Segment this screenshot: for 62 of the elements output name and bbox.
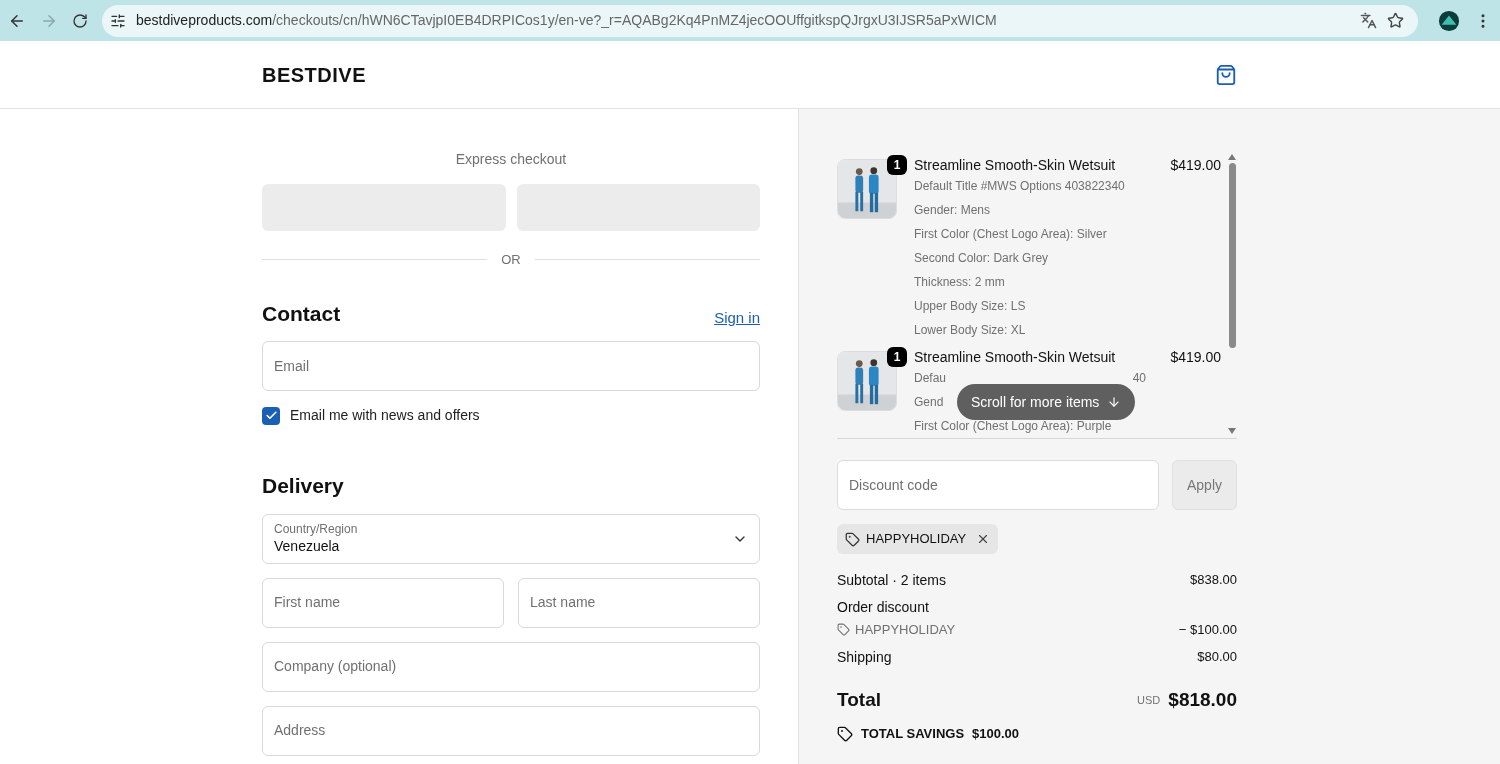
product-option: Thickness: 2 mm xyxy=(914,273,1005,291)
scroll-down-icon[interactable] xyxy=(1227,427,1237,435)
product-price: $419.00 xyxy=(1170,156,1221,175)
summary-label: Shipping xyxy=(837,647,892,667)
discount-code-field[interactable]: Discount code xyxy=(837,460,1159,510)
product-name: Streamline Smooth-Skin Wetsuit xyxy=(914,156,1116,175)
bookmark-star-icon[interactable] xyxy=(1387,12,1404,29)
or-divider-label: OR xyxy=(501,251,521,269)
express-checkout-label: Express checkout xyxy=(454,150,568,169)
scroll-hint-pill[interactable]: Scroll for more items xyxy=(957,384,1136,420)
country-select[interactable]: Country/Region Venezuela xyxy=(262,513,760,564)
product-name: Streamline Smooth-Skin Wetsuit xyxy=(914,348,1116,367)
tag-icon xyxy=(845,531,860,547)
quantity-badge: 1 xyxy=(887,347,907,367)
apply-button[interactable]: Apply xyxy=(1172,460,1237,510)
product-option: Upper Body Size: LS xyxy=(914,297,1026,315)
product-option: First Color (Chest Logo Area): Purple xyxy=(914,417,1112,435)
scroll-up-icon[interactable] xyxy=(1227,153,1237,161)
scrollbar[interactable] xyxy=(1227,153,1237,435)
total-value: $818.00 xyxy=(1168,687,1237,712)
tag-icon xyxy=(837,725,853,742)
last-name-field[interactable]: Last name xyxy=(518,577,760,628)
delivery-heading: Delivery xyxy=(262,473,345,499)
summary-label: Subtotal · 2 items xyxy=(837,571,946,590)
contact-heading: Contact xyxy=(262,300,341,327)
reload-icon[interactable] xyxy=(72,12,88,29)
product-option: 40 xyxy=(1132,369,1146,387)
savings-value: $100.00 xyxy=(972,725,1020,743)
summary-value: − $100.00 xyxy=(1178,621,1237,639)
store-logo[interactable]: BESTDIVE xyxy=(262,59,367,90)
product-option: Default Title #MWS Options 403822340 xyxy=(914,177,1125,195)
url-text: bestdiveproducts.com/checkouts/cn/hWN6CTavjpI0EB4DRPICos1y/en-ve?_r=AQABg2Kq4PnMZ4jecOOUffgitkspQJrgxU3IJSR5aPxWICM xyxy=(136,11,998,30)
currency-label: USD xyxy=(1137,692,1161,708)
savings-label: TOTAL SAVINGS xyxy=(861,725,965,743)
newsletter-label: Email me with news and offers xyxy=(290,406,480,425)
site-settings-icon[interactable] xyxy=(110,12,126,29)
sign-in-link[interactable]: Sign in xyxy=(714,306,760,329)
quantity-badge: 1 xyxy=(887,155,907,175)
first-name-field[interactable]: First name xyxy=(262,577,504,628)
tag-icon xyxy=(837,623,850,637)
product-price: $419.00 xyxy=(1170,348,1221,367)
email-field[interactable]: Email xyxy=(262,341,760,391)
product-option: First Color (Chest Logo Area): Silver xyxy=(914,225,1107,243)
product-option: Gender: Mens xyxy=(914,201,991,219)
product-option: Gend xyxy=(914,393,944,411)
discount-tag: HAPPYHOLIDAY xyxy=(837,524,999,554)
bag-icon[interactable] xyxy=(1215,63,1237,86)
product-option: Lower Body Size: XL xyxy=(914,321,1026,339)
address-bar[interactable]: bestdiveproducts.com/checkouts/cn/hWN6CTavjpI0EB4DRPICos1y/en-ve?_r=AQABg2Kq4PnMZ4jecOOUffgitkspQJrgxU3IJSR5aPxWICM xyxy=(102,4,1418,37)
translate-icon[interactable] xyxy=(1360,12,1377,29)
product-option: Defau xyxy=(914,369,947,387)
summary-label: Order discount xyxy=(837,598,930,616)
company-field[interactable]: Company (optional) xyxy=(262,641,760,692)
summary-label: HAPPYHOLIDAY xyxy=(855,621,956,639)
total-label: Total xyxy=(837,687,881,712)
check-icon xyxy=(264,409,278,422)
product-option: Second Color: Dark Grey xyxy=(914,249,1049,267)
summary-value: $80.00 xyxy=(1197,647,1237,666)
profile-avatar-icon[interactable] xyxy=(1438,9,1460,32)
newsletter-checkbox[interactable] xyxy=(262,406,280,425)
address-field[interactable]: Address xyxy=(262,705,760,756)
summary-value: $838.00 xyxy=(1190,571,1237,589)
